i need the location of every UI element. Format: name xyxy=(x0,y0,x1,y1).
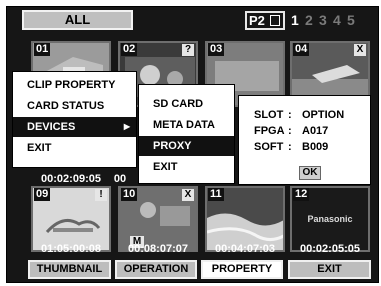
clip-number: 11 xyxy=(208,188,224,201)
info-value: A017 xyxy=(302,125,329,137)
timecode-09: 01:05:00:08 xyxy=(41,243,101,255)
all-clips-button[interactable]: ALL xyxy=(22,10,133,30)
slot-1[interactable]: 1 xyxy=(291,12,305,28)
info-row-soft: SOFT: B009 xyxy=(254,141,328,153)
p2-label: P2 xyxy=(249,13,265,28)
clip-number: 09 xyxy=(34,188,51,201)
info-key: SOFT xyxy=(254,141,284,153)
slot-indicators: 12345 xyxy=(291,12,361,28)
info-sep: : xyxy=(288,141,292,153)
main-menu: CLIP PROPERTY CARD STATUS DEVICES ▶ EXIT xyxy=(12,71,137,168)
clip-number: 10 xyxy=(121,188,138,201)
submenu-item-sd-card[interactable]: SD CARD xyxy=(139,94,234,114)
tab-exit[interactable]: EXIT xyxy=(288,260,371,279)
tab-thumbnail[interactable]: THUMBNAIL xyxy=(28,260,111,279)
submenu-arrow-icon: ▶ xyxy=(123,122,130,131)
p2-card-indicator: P2 xyxy=(245,11,285,30)
slot-4[interactable]: 4 xyxy=(333,12,347,28)
panasonic-logo: Panasonic xyxy=(307,214,353,224)
sd-card-icon xyxy=(270,15,280,26)
slot-3[interactable]: 3 xyxy=(319,12,333,28)
slot-2[interactable]: 2 xyxy=(305,12,319,28)
clip-number: 12 xyxy=(293,188,310,201)
menu-item-exit[interactable]: EXIT xyxy=(13,138,136,158)
timecode-05: 00:02:09:05 xyxy=(41,173,101,185)
info-value: B009 xyxy=(302,141,329,153)
flag-badge: X xyxy=(182,189,194,201)
clip-number: 04 xyxy=(293,43,310,56)
proxy-info-dialog: SLOT: OPTION FPGA: A017 SOFT: B009 OK xyxy=(238,95,371,185)
clip-number: 01 xyxy=(34,43,51,56)
info-key: SLOT xyxy=(254,109,284,121)
menu-item-devices[interactable]: DEVICES ▶ xyxy=(13,117,136,137)
tab-property[interactable]: PROPERTY xyxy=(201,260,283,279)
timecode-06: 00 xyxy=(113,173,127,185)
devices-submenu: SD CARD META DATA PROXY EXIT xyxy=(138,84,235,184)
flag-badge: ? xyxy=(182,44,194,56)
submenu-item-exit[interactable]: EXIT xyxy=(139,157,234,177)
clip-number: 03 xyxy=(208,43,225,56)
menu-item-clip-property[interactable]: CLIP PROPERTY xyxy=(13,75,136,95)
info-sep: : xyxy=(288,125,292,137)
slot-5[interactable]: 5 xyxy=(347,12,361,28)
info-value: OPTION xyxy=(302,109,345,121)
info-row-fpga: FPGA: A017 xyxy=(254,125,328,137)
timecode-12: 00:02:05:05 xyxy=(300,243,360,255)
timecode-10: 00:08:07:07 xyxy=(128,243,188,255)
ok-button[interactable]: OK xyxy=(299,166,321,180)
clip-number: 02 xyxy=(121,43,138,56)
submenu-item-meta-data[interactable]: META DATA xyxy=(139,115,234,135)
menu-item-card-status[interactable]: CARD STATUS xyxy=(13,96,136,116)
submenu-item-proxy[interactable]: PROXY xyxy=(139,136,234,156)
timecode-11: 00:04:07:03 xyxy=(215,243,275,255)
info-key: FPGA xyxy=(254,125,285,137)
menu-item-devices-label: DEVICES xyxy=(27,121,76,133)
info-sep: : xyxy=(288,109,292,121)
info-row-slot: SLOT: OPTION xyxy=(254,109,344,121)
flag-badge: X xyxy=(354,44,366,56)
flag-badge: ! xyxy=(95,189,107,201)
tab-operation[interactable]: OPERATION xyxy=(115,260,197,279)
